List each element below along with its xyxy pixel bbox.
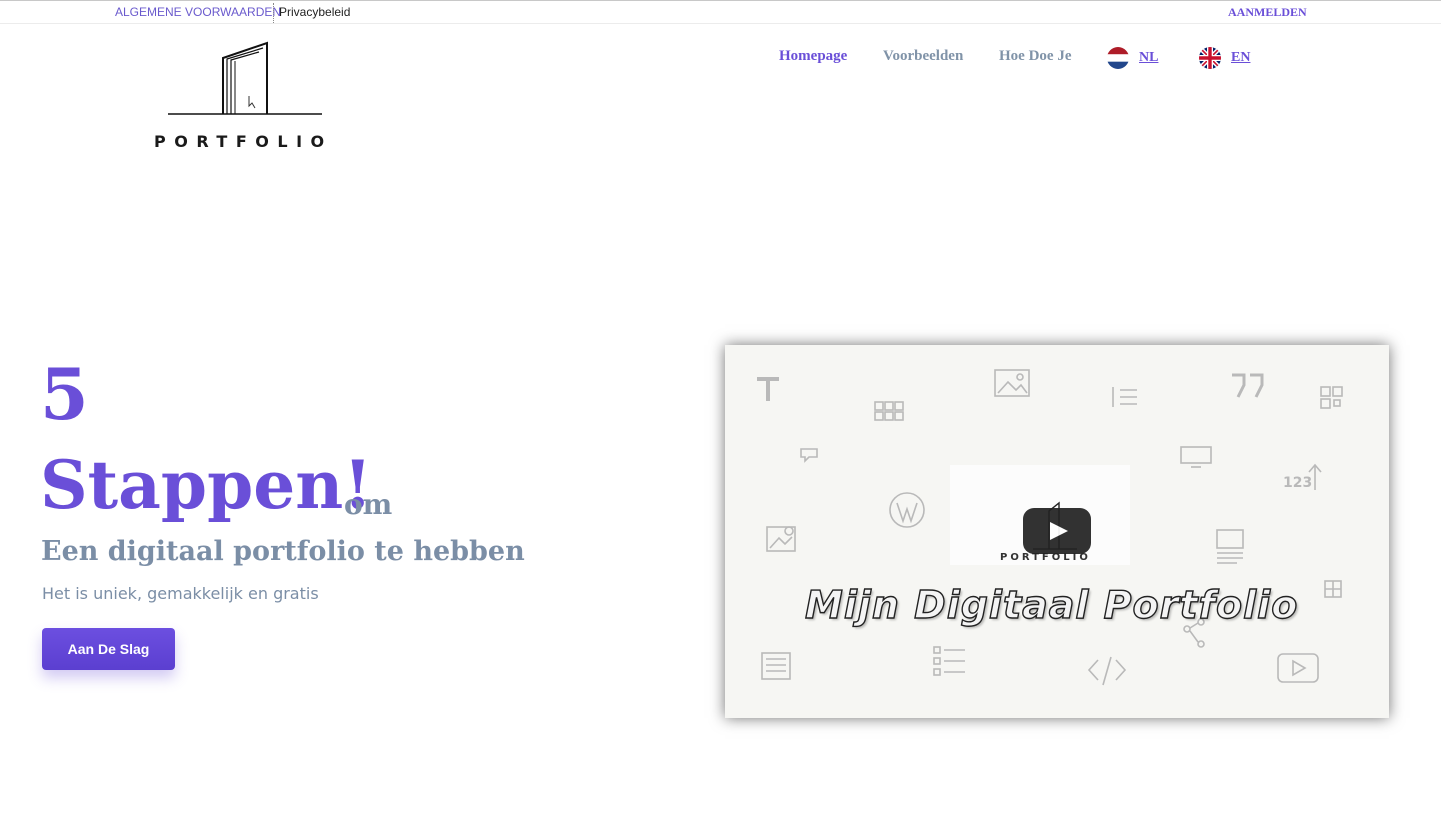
language-en[interactable]: EN [1199,46,1250,70]
top-utility-bar: ALGEMENE VOORWAARDEN Privacybeleid AANME… [0,0,1441,24]
nav-voorbeelden[interactable]: Voorbeelden [883,48,963,65]
login-link[interactable]: AANMELDEN [1228,5,1307,20]
language-nl[interactable]: NL [1107,46,1158,70]
hero-description: Het is uniek, gemakkelijk en gratis [42,584,319,603]
hero-title: Stappen! [40,446,373,524]
site-logo[interactable]: PORTFOLIO [150,40,350,155]
privacy-link[interactable]: Privacybeleid [279,5,350,19]
topbar-divider [273,3,274,23]
uk-flag-icon [1199,47,1221,69]
hero-subtitle: Een digitaal portfolio te hebben [41,536,525,567]
netherlands-flag-icon [1107,47,1129,69]
video-player[interactable]: 123 PORTFOLIO Mijn Digitaal Portfolio [725,345,1389,718]
hero-connector: om [344,488,393,521]
language-nl-label: NL [1139,50,1159,65]
language-en-label: EN [1231,50,1251,65]
svg-text:123: 123 [1283,475,1312,491]
logo-wordmark: PORTFOLIO [154,132,333,151]
nav-homepage[interactable]: Homepage [779,48,847,65]
hero-step-count: 5 [40,353,89,436]
terms-link[interactable]: ALGEMENE VOORWAARDEN [115,5,281,19]
play-icon[interactable] [1023,508,1091,554]
nav-hoe-doe-je[interactable]: Hoe Doe Je [999,48,1071,65]
door-logo-icon [168,41,322,115]
get-started-button[interactable]: Aan De Slag [42,628,175,670]
video-title: Mijn Digitaal Portfolio [804,582,1299,627]
